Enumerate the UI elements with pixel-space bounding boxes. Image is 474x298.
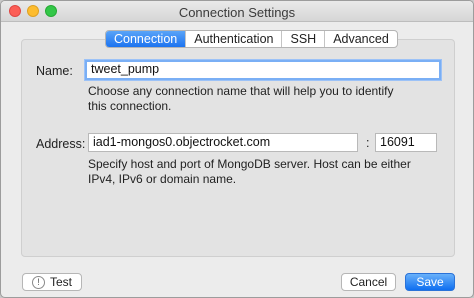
connection-settings-window: Connection Settings Name: tweet_pump Cho… xyxy=(0,0,474,298)
address-help-text: Specify host and port of MongoDB server.… xyxy=(88,157,411,186)
host-field[interactable]: iad1-mongos0.objectrocket.com xyxy=(88,133,358,152)
tab-ssh[interactable]: SSH xyxy=(282,31,326,47)
settings-tabs: Connection Authentication SSH Advanced xyxy=(105,30,398,48)
test-button-label: Test xyxy=(49,275,72,289)
tab-connection[interactable]: Connection xyxy=(106,31,187,47)
name-label: Name: xyxy=(36,64,73,78)
port-separator: : xyxy=(366,136,370,150)
title-bar[interactable]: Connection Settings xyxy=(1,1,473,22)
tab-authentication[interactable]: Authentication xyxy=(186,31,283,47)
name-help-text: Choose any connection name that will hel… xyxy=(88,84,394,113)
connection-panel: Name: tweet_pump Choose any connection n… xyxy=(21,39,455,257)
window-title: Connection Settings xyxy=(178,5,296,20)
warning-icon: ! xyxy=(31,276,45,290)
address-label: Address: xyxy=(36,137,86,151)
tab-advanced[interactable]: Advanced xyxy=(325,31,397,47)
port-field[interactable]: 16091 xyxy=(375,133,437,152)
test-button[interactable]: ! Test xyxy=(22,273,82,291)
cancel-button[interactable]: Cancel xyxy=(341,273,396,291)
name-field[interactable]: tweet_pump xyxy=(85,60,441,80)
save-button[interactable]: Save xyxy=(405,273,455,291)
